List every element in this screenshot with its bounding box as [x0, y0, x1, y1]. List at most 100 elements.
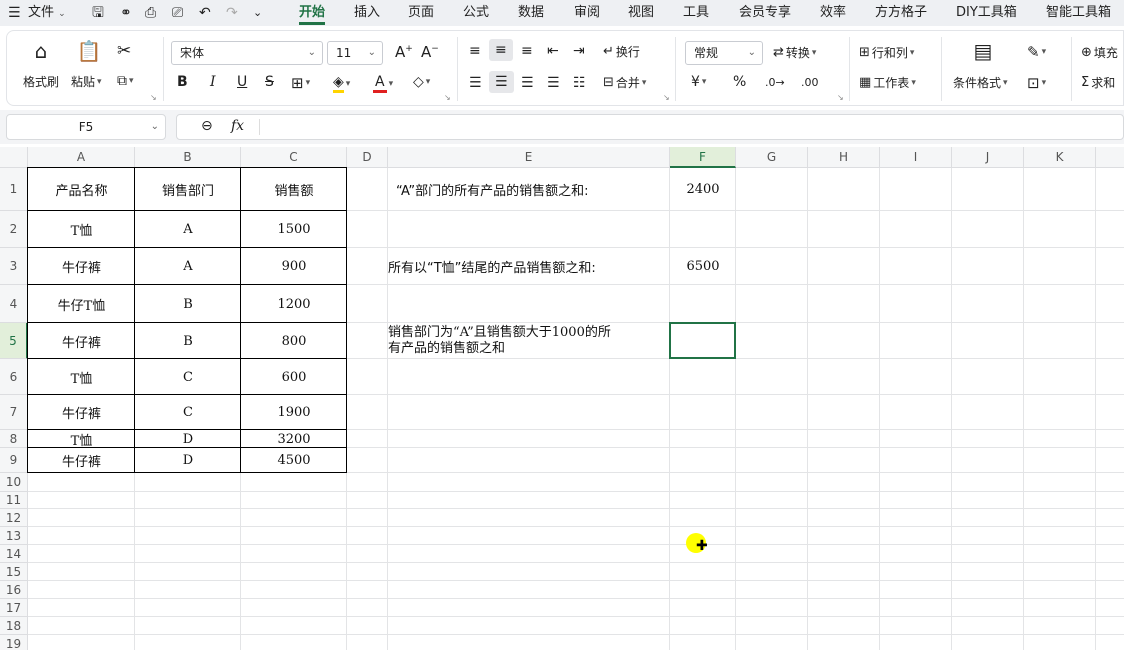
row-header-6[interactable]: 6 — [0, 359, 28, 395]
align-bottom-icon[interactable]: ≡ — [521, 43, 533, 59]
undo-icon[interactable]: ↶ — [199, 0, 211, 26]
cut-icon[interactable]: ✂ — [117, 41, 131, 61]
column-header-f[interactable]: F — [670, 147, 736, 168]
active-cell-f5[interactable] — [669, 322, 736, 359]
fill-color-button[interactable]: ◈ ▾ — [333, 74, 350, 93]
column-header-d[interactable]: D — [347, 147, 388, 168]
font-expand-icon[interactable]: ↘ — [444, 93, 451, 102]
column-header-partial[interactable] — [1096, 147, 1124, 168]
tab-diy-toolbox[interactable]: DIY工具箱 — [956, 0, 1017, 26]
table-cell[interactable]: 牛仔裤 — [28, 448, 135, 473]
number-expand-icon[interactable]: ↘ — [837, 93, 844, 102]
tab-data[interactable]: 数据 — [518, 0, 544, 26]
tab-efficiency[interactable]: 效率 — [820, 0, 846, 26]
row-header-10[interactable]: 10 — [0, 473, 28, 492]
paste-button[interactable]: 粘贴 ▾ — [71, 73, 102, 90]
conditional-format-icon[interactable]: ▤ — [969, 39, 997, 63]
row-header-1[interactable]: 1 — [0, 168, 28, 211]
column-header-h[interactable]: H — [808, 147, 880, 168]
row-header-2[interactable]: 2 — [0, 211, 28, 248]
worksheet-button[interactable]: ▦ 工作表 ▾ — [859, 74, 916, 91]
number-format-select[interactable]: 常规 ⌄ — [685, 41, 763, 65]
row-header-18[interactable]: 18 — [0, 617, 28, 635]
table-cell[interactable]: 牛仔裤 — [28, 395, 135, 430]
file-menu[interactable]: 文件 ⌄ — [28, 0, 66, 26]
row-header-7[interactable]: 7 — [0, 395, 28, 430]
hamburger-icon[interactable]: ☰ — [8, 0, 21, 26]
print-preview-icon[interactable]: ⎚ — [172, 0, 183, 26]
italic-button[interactable]: I — [210, 74, 216, 90]
select-all-corner[interactable] — [0, 147, 28, 168]
table-cell[interactable]: C — [135, 359, 241, 395]
align-middle-icon[interactable]: ≡ — [489, 39, 513, 61]
tab-page[interactable]: 页面 — [408, 0, 434, 26]
column-header-k[interactable]: K — [1024, 147, 1096, 168]
save-icon[interactable]: 🖫 — [92, 0, 104, 26]
share-icon[interactable]: ⚭ — [120, 0, 132, 26]
bold-button[interactable]: B — [177, 74, 188, 90]
table-cell[interactable]: 1200 — [241, 285, 347, 323]
font-name-select[interactable]: 宋体 ⌄ — [171, 41, 323, 65]
strikethrough-button[interactable]: S — [265, 74, 274, 90]
sum-button[interactable]: Σ 求和 — [1081, 74, 1115, 91]
tab-start[interactable]: 开始 — [299, 0, 326, 25]
row-header-9[interactable]: 9 — [0, 448, 28, 473]
table-cell[interactable]: 800 — [241, 323, 347, 359]
tab-member[interactable]: 会员专享 — [739, 0, 791, 26]
column-header-c[interactable]: C — [241, 147, 347, 168]
table-cell[interactable]: 900 — [241, 248, 347, 285]
row-header-11[interactable]: 11 — [0, 492, 28, 509]
table-cell[interactable]: T恤 — [28, 211, 135, 248]
row-header-15[interactable]: 15 — [0, 563, 28, 581]
rows-cols-button[interactable]: ⊞ 行和列 ▾ — [859, 44, 914, 61]
row-header-5[interactable]: 5 — [0, 323, 28, 359]
table-cell[interactable]: 牛仔裤 — [28, 248, 135, 285]
indent-decrease-icon[interactable]: ⇤ — [547, 43, 559, 59]
print-icon[interactable]: ⎙ — [145, 0, 156, 26]
table-cell[interactable]: C — [135, 395, 241, 430]
table-cell[interactable]: B — [135, 323, 241, 359]
decimal-increase-icon[interactable]: .0→ — [765, 76, 785, 89]
tab-tools[interactable]: 工具 — [683, 0, 709, 26]
table-cell[interactable]: T恤 — [28, 430, 135, 449]
justify-icon[interactable]: ☰ — [547, 75, 560, 91]
table-header-cell[interactable]: 产品名称 — [28, 168, 135, 211]
table-cell[interactable]: 600 — [241, 359, 347, 395]
answer-cell[interactable]: 6500 — [670, 248, 736, 285]
alignment-expand-icon[interactable]: ↘ — [663, 93, 670, 102]
convert-button[interactable]: ⇄ 转换 ▾ — [773, 44, 816, 61]
customize-dropdown-icon[interactable]: ⌄ — [253, 0, 262, 26]
column-header-j[interactable]: J — [952, 147, 1024, 168]
column-header-a[interactable]: A — [28, 147, 135, 168]
answer-cell[interactable]: 2400 — [670, 168, 736, 211]
tab-smart-toolbox[interactable]: 智能工具箱 — [1046, 0, 1111, 26]
format-painter-button[interactable]: 格式刷 — [23, 73, 59, 90]
row-header-8[interactable]: 8 — [0, 430, 28, 448]
question-label[interactable]: 销售部门为“A”且销售额大于1000的所 有产品的销售额之和 — [388, 323, 670, 359]
table-cell[interactable]: D — [135, 448, 241, 473]
align-right-icon[interactable]: ☰ — [521, 75, 534, 91]
column-header-e[interactable]: E — [388, 147, 670, 168]
table-cell[interactable]: 4500 — [241, 448, 347, 473]
column-header-g[interactable]: G — [736, 147, 808, 168]
conditional-format-button[interactable]: 条件格式 ▾ — [953, 74, 1008, 91]
row-header-4[interactable]: 4 — [0, 285, 28, 323]
decrease-font-button[interactable]: A− — [421, 43, 439, 61]
distribute-icon[interactable]: ☷ — [573, 75, 586, 91]
row-header-19[interactable]: 19 — [0, 635, 28, 650]
format-painter-icon[interactable]: ⌂ — [27, 39, 55, 63]
fx-icon[interactable]: fx — [231, 118, 244, 134]
redo-icon[interactable]: ↷ — [226, 0, 238, 26]
font-size-select[interactable]: 11 ⌄ — [327, 41, 383, 65]
table-cell[interactable]: A — [135, 211, 241, 248]
tab-insert[interactable]: 插入 — [354, 0, 380, 26]
table-cell[interactable]: D — [135, 430, 241, 448]
row-header-3[interactable]: 3 — [0, 248, 28, 285]
row-header-13[interactable]: 13 — [0, 527, 28, 545]
table-header-cell[interactable]: 销售部门 — [135, 168, 241, 211]
table-cell[interactable]: T恤 — [28, 359, 135, 395]
increase-font-button[interactable]: A+ — [395, 43, 413, 61]
tab-view[interactable]: 视图 — [628, 0, 654, 26]
border-button[interactable]: ⊞ ▾ — [291, 74, 310, 92]
tab-review[interactable]: 审阅 — [574, 0, 600, 26]
